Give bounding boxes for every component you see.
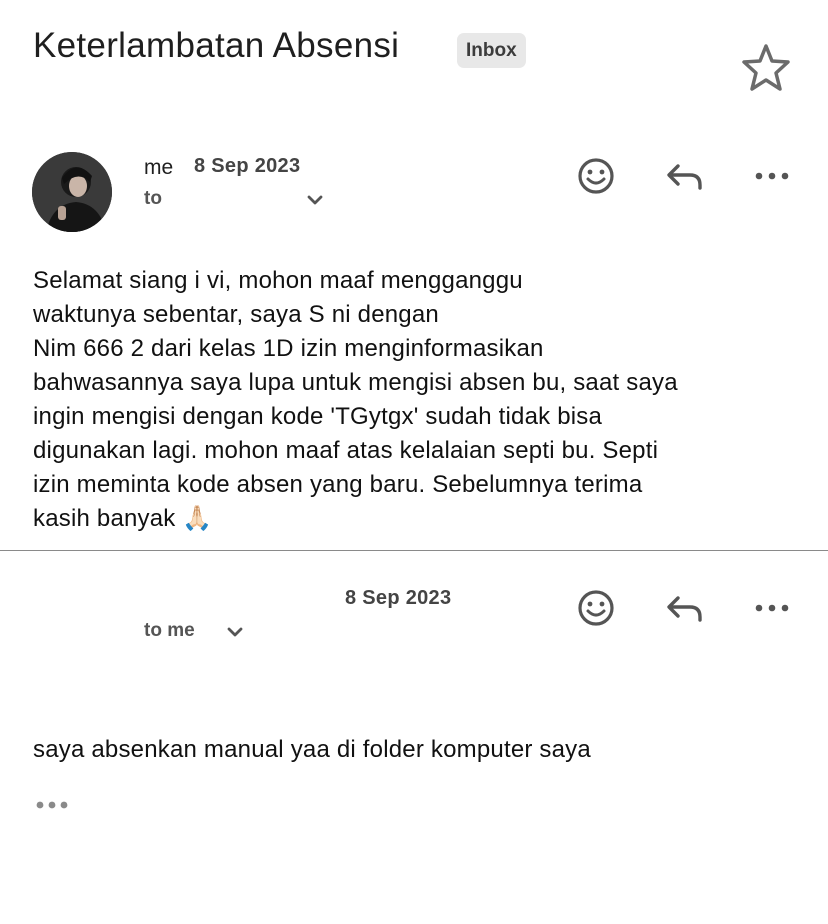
sender-name[interactable]: me (144, 156, 173, 180)
body-line: kasih banyak 🙏🏻 (33, 505, 213, 532)
body-line: ingin mengisi dengan kode 'TGytgx' sudah… (33, 403, 603, 430)
chevron-down-icon[interactable] (225, 625, 245, 639)
email-subject: Keterlambatan Absensi (33, 26, 400, 65)
body-line: digunakan lagi. mohon maaf atas kelalaia… (33, 437, 659, 464)
body-line: Selamat siang i vi, mohon maaf menggangg… (33, 267, 523, 294)
smiley-icon[interactable] (574, 154, 618, 198)
star-icon[interactable] (740, 42, 792, 94)
more-options-icon[interactable] (750, 586, 794, 630)
sender-avatar[interactable] (32, 152, 112, 232)
smiley-icon[interactable] (574, 586, 618, 630)
recipient-label[interactable]: to me (144, 620, 195, 642)
ellipsis-icon[interactable] (34, 796, 70, 814)
body-line: bahwasannya saya lupa untuk mengisi abse… (33, 369, 678, 396)
body-line: izin meminta kode absen yang baru. Sebel… (33, 471, 643, 498)
message-date: 8 Sep 2023 (345, 587, 452, 609)
inbox-label-badge[interactable]: Inbox (457, 33, 526, 68)
message-body: saya absenkan manual yaa di folder kompu… (33, 736, 591, 763)
chevron-down-icon[interactable] (305, 193, 325, 207)
more-options-icon[interactable] (750, 154, 794, 198)
message-date: 8 Sep 2023 (194, 155, 301, 177)
message-body: Selamat siang i vi, mohon maaf menggangg… (33, 264, 803, 536)
message-divider (0, 550, 828, 551)
reply-icon[interactable] (662, 154, 706, 198)
body-line: Nim 666 2 dari kelas 1D izin menginforma… (33, 335, 544, 362)
reply-icon[interactable] (662, 586, 706, 630)
recipient-label[interactable]: to (144, 188, 162, 210)
body-line: waktunya sebentar, saya S ni dengan (33, 301, 439, 328)
